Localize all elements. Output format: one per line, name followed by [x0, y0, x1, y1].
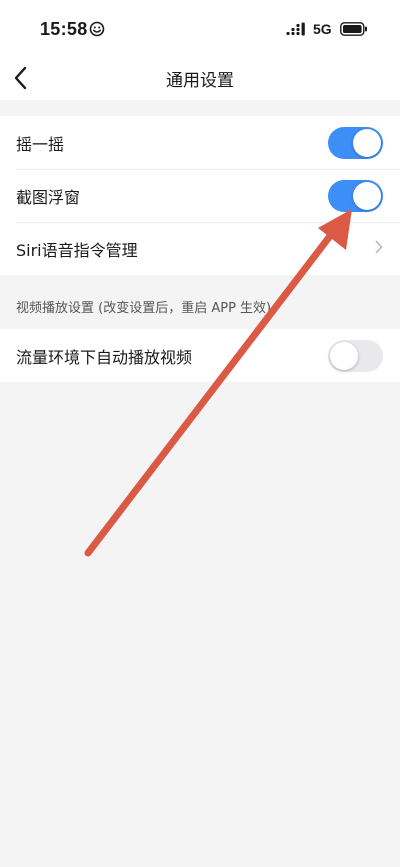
toggle-knob [330, 342, 358, 370]
shake-label: 摇一摇 [16, 135, 65, 154]
battery-icon [340, 22, 367, 36]
siri-commands-label: Siri语音指令管理 [16, 241, 138, 260]
siri-commands-row[interactable]: Siri语音指令管理 [0, 222, 400, 275]
autoplay-label: 流量环境下自动播放视频 [16, 348, 193, 367]
network-label: 5G [313, 21, 332, 37]
screenshot-float-label: 截图浮窗 [16, 188, 81, 207]
general-settings-group: 摇一摇 截图浮窗 Siri语音指令管理 [0, 116, 400, 275]
toggle-knob [353, 182, 381, 210]
autoplay-row: 流量环境下自动播放视频 [0, 329, 400, 382]
toggle-knob [353, 129, 381, 157]
status-bar: 15:58 5G [0, 0, 400, 56]
video-settings-header: 视频播放设置 (改变设置后，重启 APP 生效) [16, 301, 272, 316]
chevron-right-icon [375, 240, 383, 254]
screenshot-float-row: 截图浮窗 [0, 169, 400, 222]
signal-icon [286, 22, 305, 36]
shake-toggle[interactable] [328, 127, 383, 159]
shake-row: 摇一摇 [0, 116, 400, 169]
autoplay-toggle[interactable] [328, 340, 383, 372]
video-settings-group: 流量环境下自动播放视频 [0, 329, 400, 382]
smiley-icon [89, 21, 105, 37]
screenshot-float-toggle[interactable] [328, 180, 383, 212]
page-title: 通用设置 [166, 71, 234, 91]
nav-bar: 通用设置 [0, 56, 400, 100]
status-time: 15:58 [40, 19, 88, 39]
